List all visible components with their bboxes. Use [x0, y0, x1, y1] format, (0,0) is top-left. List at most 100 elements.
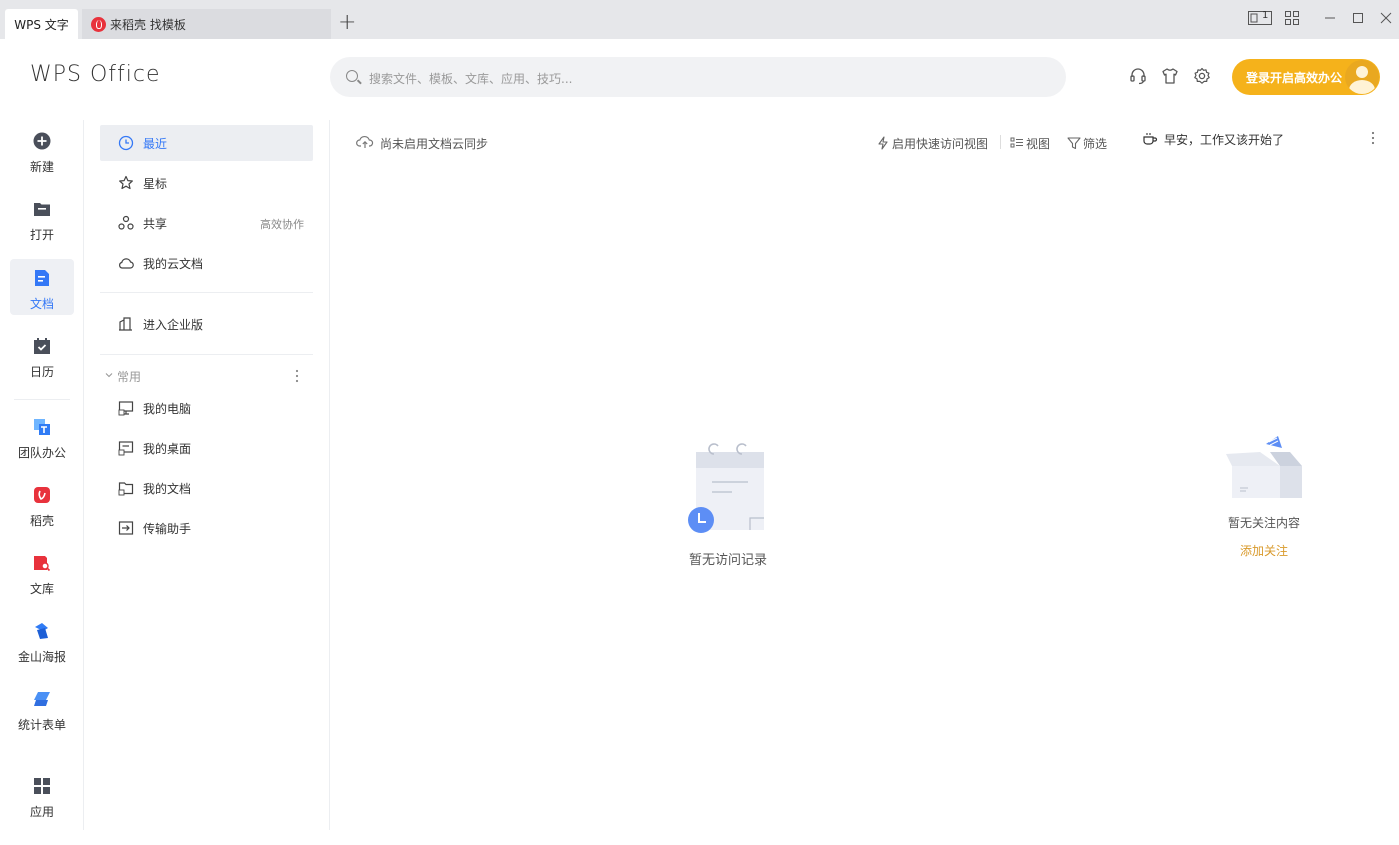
nav-item-my-desktop[interactable]: 我的桌面: [100, 430, 313, 466]
empty-notebook-illustration: [688, 443, 764, 533]
docer-icon: [34, 487, 50, 503]
folder-doc-icon: [118, 482, 134, 496]
search-icon: [346, 70, 358, 82]
empty-recent-label: 暂无访问记录: [688, 553, 767, 568]
rail-item-poster[interactable]: 金山海报: [10, 612, 74, 668]
minimize-button[interactable]: [1321, 8, 1339, 28]
nav-item-cloud-docs[interactable]: 我的云文档: [100, 245, 313, 281]
rail-item-apps[interactable]: 应用: [10, 767, 74, 823]
nav-item-my-desktop-label: 我的桌面: [143, 442, 192, 456]
login-button[interactable]: 登录开启高效办公: [1232, 59, 1380, 95]
tab-wps-writer[interactable]: WPS 文字: [5, 9, 78, 39]
computer-icon: [118, 401, 134, 416]
tab-docer-label: 来稻壳 找模板: [110, 17, 186, 32]
clock-icon: [118, 135, 134, 151]
empty-follow-label: 暂无关注内容: [1227, 516, 1300, 530]
calendar-icon: [34, 338, 50, 354]
search-input[interactable]: 搜索文件、模板、文库、应用、技巧...: [330, 57, 1066, 97]
nav-item-enterprise[interactable]: 进入企业版: [100, 306, 313, 342]
document-icon: [35, 270, 49, 286]
share-icon: [118, 215, 134, 230]
maximize-button[interactable]: [1349, 8, 1367, 28]
maximize-icon: [1353, 13, 1363, 23]
skin-button[interactable]: [1160, 66, 1180, 86]
nav-item-transfer-helper[interactable]: 传输助手: [100, 510, 313, 546]
rail-item-documents-label: 文档: [29, 297, 54, 311]
nav-panel: 最近 星标 共享 高效协作 我的云文档 进入企业版 常用 我的电脑 我的桌面 我…: [84, 120, 330, 830]
transfer-icon: [118, 521, 134, 535]
window-count-icon: [1248, 11, 1272, 25]
chevron-down-icon: [105, 373, 113, 378]
add-follow-link[interactable]: 添加关注: [1210, 542, 1318, 559]
view-label: 视图: [1026, 137, 1051, 151]
nav-divider: [100, 292, 313, 293]
rail-item-form[interactable]: 统计表单: [10, 680, 74, 736]
rail-item-poster-label: 金山海报: [17, 650, 66, 664]
nav-item-recent-label: 最近: [143, 137, 168, 151]
rail-item-calendar[interactable]: 日历: [10, 327, 74, 383]
more-vertical-icon: [295, 369, 299, 383]
nav-item-starred-label: 星标: [143, 177, 168, 191]
nav-item-shared-label: 共享: [143, 217, 168, 231]
tab-wps-writer-label: WPS 文字: [14, 17, 69, 32]
nav-item-my-computer[interactable]: 我的电脑: [100, 390, 313, 426]
quick-access-label: 启用快速访问视图: [892, 137, 989, 151]
minimize-icon: [1325, 17, 1335, 19]
cloud-icon: [119, 258, 134, 269]
rail-item-documents[interactable]: 文档: [10, 259, 74, 315]
rail-item-docer-label: 稻壳: [29, 514, 54, 528]
rail-item-team-office-label: 团队办公: [17, 446, 66, 460]
star-icon: [119, 175, 133, 190]
rail-item-new-label: 新建: [29, 160, 54, 174]
more-vertical-icon: [1371, 131, 1375, 145]
nav-item-starred[interactable]: 星标: [100, 165, 313, 201]
tile-windows-button[interactable]: [1283, 8, 1301, 28]
empty-recent-state: 暂无访问记录: [640, 440, 816, 580]
window-count-button[interactable]: 1: [1247, 8, 1273, 28]
gear-icon: [1194, 67, 1210, 84]
filter-label: 筛选: [1083, 137, 1108, 151]
nav-item-my-computer-label: 我的电脑: [143, 402, 192, 416]
search-placeholder: 搜索文件、模板、文库、应用、技巧...: [369, 72, 573, 86]
rail-item-docer[interactable]: 稻壳: [10, 476, 74, 532]
rail-item-apps-label: 应用: [29, 805, 54, 819]
empty-box-illustration: [1226, 436, 1302, 498]
common-section-label: 常用: [117, 370, 142, 384]
new-tab-button[interactable]: +: [338, 11, 360, 35]
nav-item-shared[interactable]: 共享 高效协作: [100, 205, 313, 241]
nav-item-shared-hint: 高效协作: [260, 218, 304, 231]
rail-item-calendar-label: 日历: [29, 365, 54, 379]
nav-item-enterprise-label: 进入企业版: [143, 318, 204, 332]
login-button-label: 登录开启高效办公: [1246, 71, 1343, 85]
rail-item-open[interactable]: 打开: [10, 190, 74, 246]
shirt-icon: [1162, 68, 1178, 84]
apps-grid-icon: [34, 778, 50, 794]
filter-icon: [1067, 137, 1081, 150]
form-icon: [34, 692, 50, 706]
common-section-more-button[interactable]: [294, 368, 300, 383]
rail-item-open-label: 打开: [29, 228, 54, 242]
nav-item-my-documents[interactable]: 我的文档: [100, 470, 313, 506]
customer-service-button[interactable]: [1128, 66, 1148, 86]
avatar[interactable]: [1345, 60, 1379, 94]
wps-office-logo: WPS Office: [30, 62, 161, 87]
nav-item-recent[interactable]: 最近: [100, 125, 313, 161]
rail-item-team-office[interactable]: 团队办公: [10, 408, 74, 464]
rail-item-library[interactable]: 文库: [10, 544, 74, 600]
common-section-header[interactable]: 常用: [104, 367, 304, 384]
window-count-badge: 1: [1262, 10, 1269, 21]
nav-divider: [100, 354, 313, 355]
lightning-icon: [878, 136, 888, 150]
cloud-sync-label: 尚未启用文档云同步: [380, 137, 489, 151]
rail-item-new[interactable]: 新建: [10, 122, 74, 178]
rail-item-library-label: 文库: [29, 582, 54, 596]
close-window-button[interactable]: [1377, 8, 1395, 28]
greeting-text: 早安，工作又该开始了: [1164, 133, 1285, 147]
more-options-button[interactable]: [1370, 131, 1376, 149]
tab-docer-templates[interactable]: 来稻壳 找模板: [82, 9, 331, 39]
settings-button[interactable]: [1192, 66, 1212, 86]
close-icon: [1380, 12, 1392, 24]
library-icon: [34, 556, 51, 572]
headset-icon: [1130, 68, 1146, 85]
coffee-cup-icon: [1143, 133, 1158, 145]
